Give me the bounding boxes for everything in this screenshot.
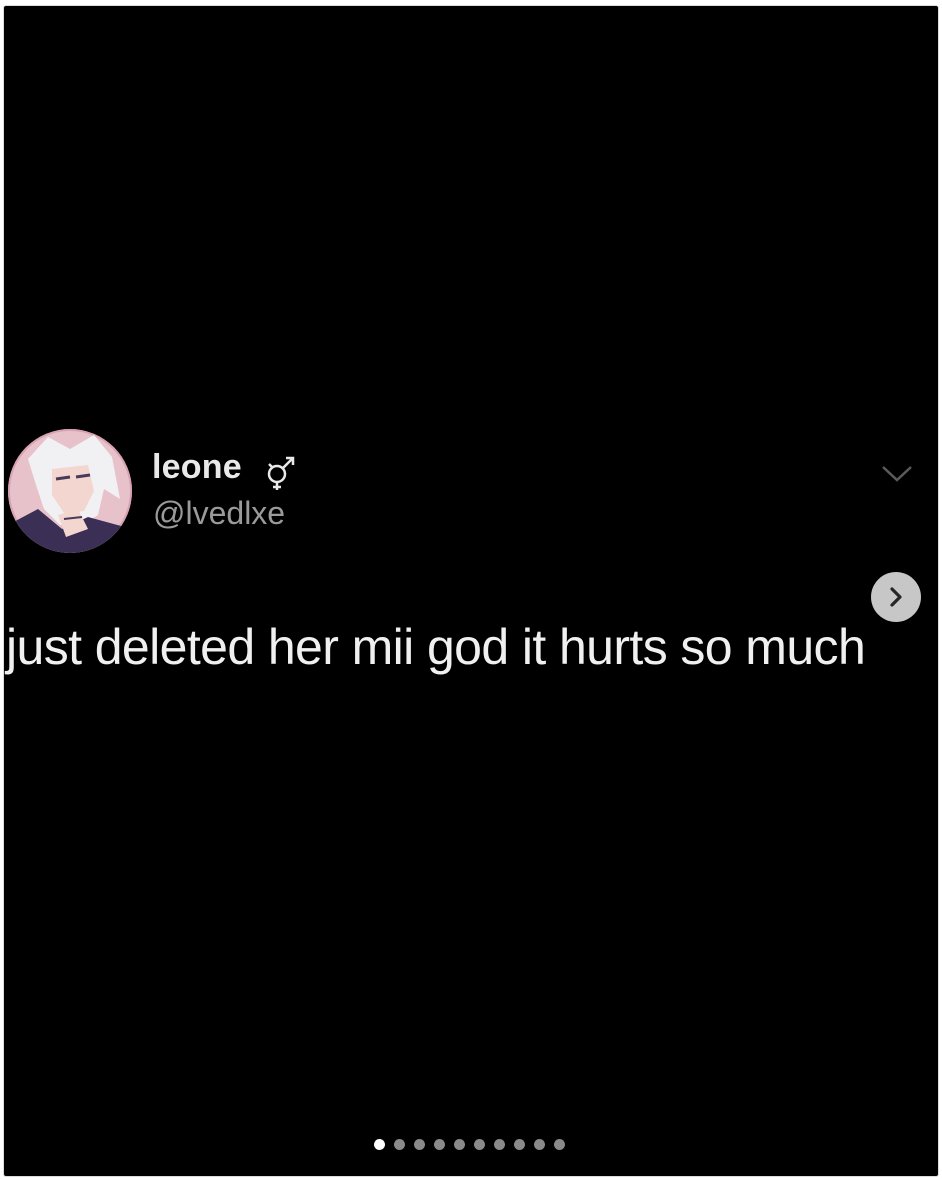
user-handle[interactable]: @lvedlxe: [153, 495, 285, 532]
carousel-dot[interactable]: [454, 1139, 465, 1150]
carousel-dot[interactable]: [414, 1139, 425, 1150]
carousel-dot[interactable]: [534, 1139, 545, 1150]
tweet-header: leone @lvedlxe: [4, 424, 938, 554]
post-media-frame: leone @lvedlxe just deleted her mii god …: [3, 5, 939, 1177]
carousel-dot[interactable]: [474, 1139, 485, 1150]
carousel-dot[interactable]: [514, 1139, 525, 1150]
display-name[interactable]: leone: [152, 448, 242, 487]
tweet-text: just deleted her mii god it hurts so muc…: [6, 619, 866, 675]
chevron-right-icon: [890, 587, 902, 607]
carousel-dot[interactable]: [434, 1139, 445, 1150]
chevron-down-icon[interactable]: [880, 464, 914, 484]
carousel-dot[interactable]: [494, 1139, 505, 1150]
carousel-dot[interactable]: [394, 1139, 405, 1150]
avatar[interactable]: [8, 429, 132, 553]
carousel-dot[interactable]: [554, 1139, 565, 1150]
next-slide-button[interactable]: [871, 572, 921, 622]
carousel-indicator: [374, 1139, 565, 1150]
carousel-dot[interactable]: [374, 1139, 385, 1150]
intersex-symbol-icon: [260, 450, 304, 494]
